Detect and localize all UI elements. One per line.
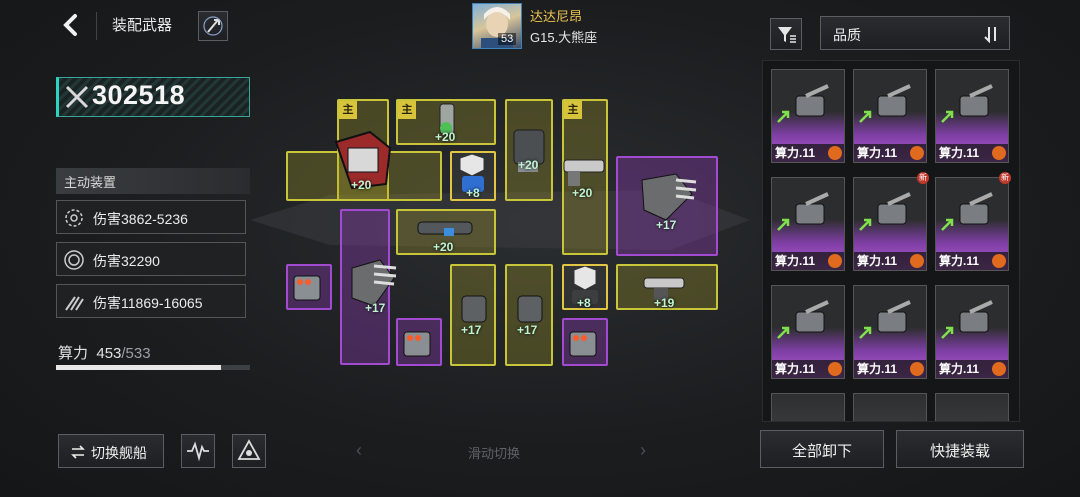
weapon-card[interactable]: 算力.11 (853, 285, 927, 379)
slot-bonus: +17 (517, 323, 538, 337)
turret-icon (877, 300, 911, 333)
upgrade-arrow-icon (777, 110, 790, 123)
gear-icon (910, 362, 924, 376)
upgrade-arrow-icon (859, 110, 872, 123)
upgrade-arrow-icon (777, 326, 790, 339)
turret-icon (959, 300, 993, 333)
damage-text: 伤害32290 (93, 253, 160, 269)
upgrade-arrow-icon (941, 110, 954, 123)
damage-text: 伤害3862-5236 (93, 211, 188, 227)
crossed-swords-icon (65, 85, 89, 109)
gear-icon (910, 146, 924, 160)
page-title: 装配武器 (112, 17, 173, 34)
player-level: 53 (498, 33, 517, 45)
capacity-label: 算力 453/533 (58, 345, 151, 362)
turret-icon (795, 84, 829, 117)
gear-icon (992, 254, 1006, 268)
damage-row[interactable]: 伤害3862-5236 (56, 200, 246, 234)
gear-icon (992, 146, 1006, 160)
weapon-card-partial[interactable] (935, 393, 1009, 421)
turret-icon (795, 300, 829, 333)
weapon-card-partial[interactable] (771, 393, 845, 421)
turret-icon (795, 192, 829, 225)
swipe-right-icon: › (640, 440, 646, 460)
sort-dropdown[interactable]: 品质 (820, 16, 1010, 50)
damage-row[interactable]: 伤害11869-16065 (56, 284, 246, 318)
gear-icon (910, 254, 924, 268)
capacity-bar-fill (56, 365, 221, 370)
sort-order-icon (984, 27, 996, 43)
target-icon (65, 209, 83, 227)
missiles-icon (65, 296, 84, 311)
fleet-emblem-icon (237, 439, 261, 460)
weapon-list[interactable]: 算力.11 算力.11 算力.11 算力.11 算力.11 新算力.11 新算力.11 算力.… (762, 60, 1020, 422)
slot-bonus: +20 (351, 178, 372, 192)
slot-bonus: +8 (577, 296, 591, 310)
weapon-card[interactable]: 算力.11 新 (853, 172, 929, 271)
gear-icon (828, 254, 842, 268)
upgrade-arrow-icon (859, 218, 872, 231)
swipe-left-icon: ‹ (356, 440, 362, 460)
turret-icon (959, 84, 993, 117)
turret-icon (877, 84, 911, 117)
quick-equip-button[interactable]: 快捷装载 (896, 430, 1024, 468)
main-slot-tag: 主 (564, 101, 582, 119)
rocket-icon (203, 16, 223, 36)
burst-icon (64, 250, 84, 270)
gear-icon (992, 362, 1006, 376)
weapon-card[interactable]: 算力.11 (771, 69, 845, 163)
turret-icon (959, 192, 993, 225)
slot-bonus: +20 (435, 130, 456, 144)
new-badge: 新 (917, 172, 929, 184)
sort-selected: 品质 (833, 27, 861, 43)
waveform-icon (187, 441, 209, 462)
weapon-card[interactable]: 算力.11 (935, 285, 1009, 379)
back-arrow-icon[interactable] (58, 12, 84, 38)
upgrade-arrow-icon (859, 326, 872, 339)
slot-bonus: +17 (656, 218, 677, 232)
new-badge: 新 (999, 172, 1011, 184)
player-server: G15.大熊座 (530, 30, 598, 45)
slot-bonus: +20 (518, 158, 539, 172)
switch-ship-button[interactable]: 切换舰船 (58, 434, 164, 468)
weapon-card[interactable]: 算力.11 新 (935, 172, 1011, 271)
railgun-icon (563, 159, 605, 186)
weapon-card[interactable]: 算力.11 (771, 285, 845, 379)
weapon-card-partial[interactable] (853, 393, 927, 421)
rocket-launcher-icon (403, 331, 431, 357)
slot-bonus: +8 (466, 186, 480, 200)
slot-bonus: +19 (654, 296, 675, 310)
slot-bonus: +20 (433, 240, 454, 254)
slot-bonus: +17 (461, 323, 482, 337)
swipe-hint: 滑动切换 (468, 446, 521, 461)
upgrade-arrow-icon (941, 218, 954, 231)
gear-icon (828, 362, 842, 376)
player-name: 达达尼昂 (530, 9, 583, 24)
turret-icon (877, 192, 911, 225)
main-slot-tag: 主 (398, 101, 416, 119)
formation-button[interactable] (232, 434, 266, 468)
active-equipment-title: 主动装置 (56, 168, 250, 194)
title-divider (96, 12, 97, 40)
slot-bonus: +20 (572, 186, 593, 200)
swap-arrows-icon (71, 445, 85, 459)
weapon-card[interactable]: 算力.11 (935, 69, 1009, 163)
unload-all-button[interactable]: 全部卸下 (760, 430, 884, 468)
damage-text: 伤害11869-16065 (93, 295, 203, 311)
rocket-button[interactable] (198, 11, 228, 41)
upgrade-arrow-icon (777, 218, 790, 231)
rocket-launcher-icon (569, 331, 597, 357)
main-slot-tag: 主 (339, 101, 357, 119)
filter-icon (778, 27, 796, 43)
upgrade-arrow-icon (941, 326, 954, 339)
gear-icon (828, 146, 842, 160)
weapon-card[interactable]: 算力.11 (853, 69, 927, 163)
filter-button[interactable] (770, 18, 802, 50)
weapon-card[interactable]: 算力.11 (771, 177, 845, 271)
wave-button[interactable] (181, 434, 215, 468)
rocket-launcher-icon (293, 275, 321, 301)
slot-bonus: +17 (365, 301, 386, 315)
damage-row[interactable]: 伤害32290 (56, 242, 246, 276)
combat-power-value: 302518 (92, 80, 186, 110)
